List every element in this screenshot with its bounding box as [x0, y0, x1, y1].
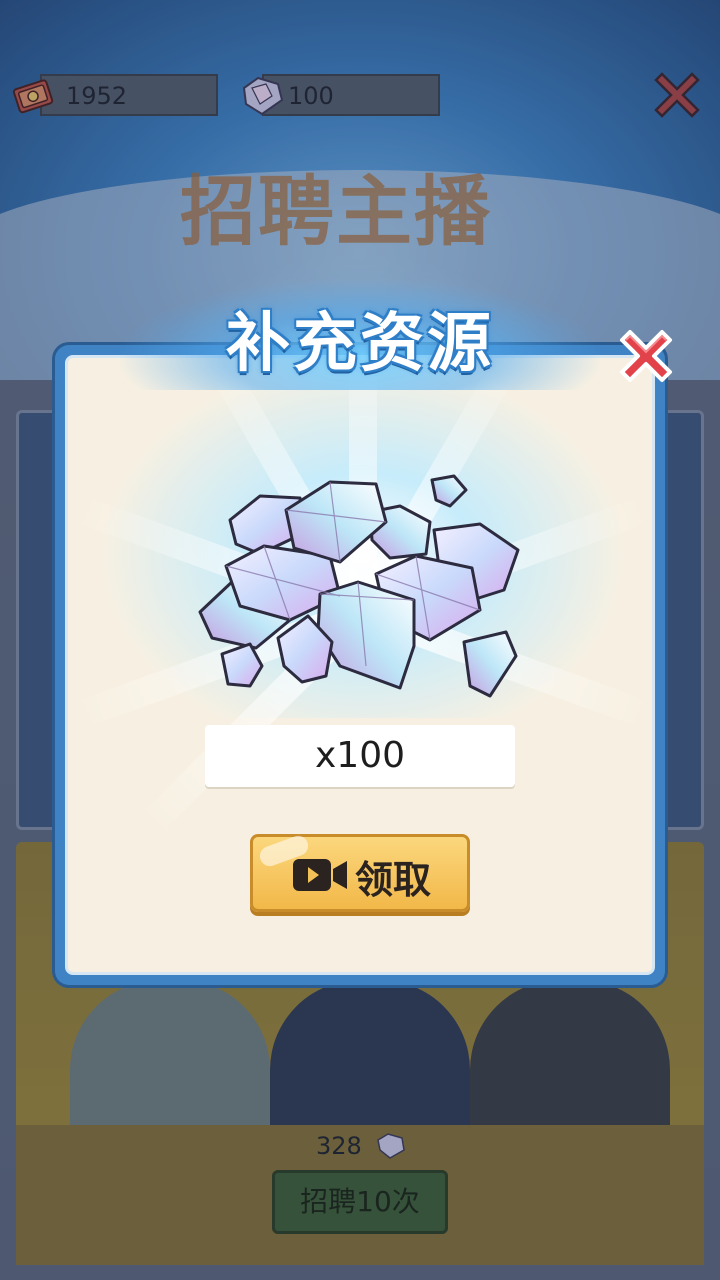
diamond-pile-icon: [198, 474, 520, 698]
dialog-title: 补充资源: [226, 307, 494, 381]
close-icon[interactable]: [614, 324, 678, 388]
video-camera-icon: [293, 859, 347, 891]
claim-button-label: 领取: [355, 858, 432, 902]
claim-button[interactable]: 领取: [250, 833, 470, 912]
reward-amount: x100: [205, 725, 515, 787]
